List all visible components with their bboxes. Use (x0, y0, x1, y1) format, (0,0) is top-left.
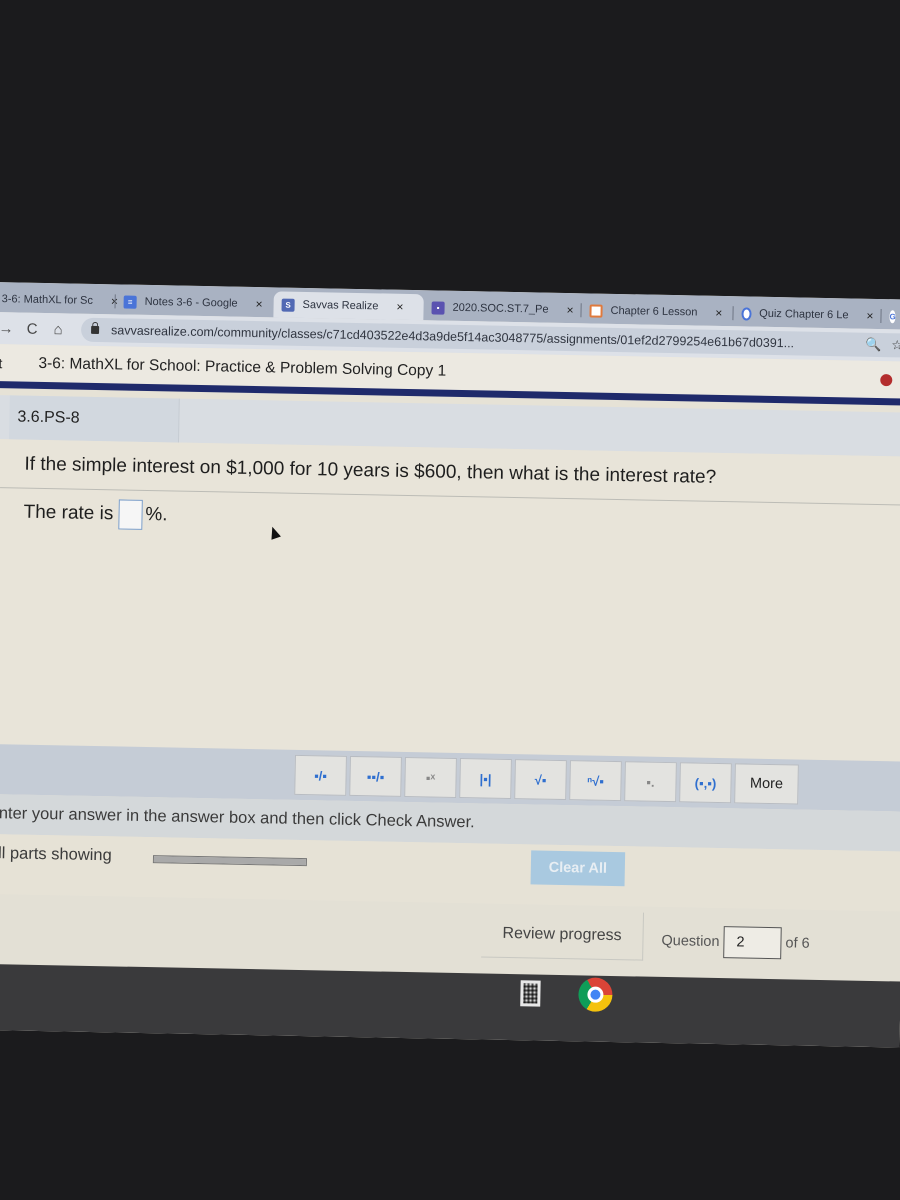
mixed-number-button[interactable]: ▪▪/▪ (349, 755, 402, 797)
question-number-input[interactable] (723, 926, 782, 960)
parts-progress-bar (152, 855, 307, 867)
close-icon[interactable]: × (396, 300, 403, 314)
fraction-button[interactable]: ▪/▪ (294, 754, 347, 796)
close-icon[interactable]: × (566, 303, 573, 317)
google-docs-icon: ≡ (123, 294, 137, 309)
close-icon[interactable]: × (255, 297, 262, 311)
screen: 3-6: MathXL for Sc × ≡ Notes 3-6 - Googl… (0, 282, 900, 1048)
absolute-value-button[interactable]: |▪| (459, 758, 512, 800)
question-label: Question (661, 932, 720, 951)
ordered-pair-button[interactable]: (▪,▪) (679, 762, 732, 804)
bookmark-star-icon[interactable]: ☆ (891, 337, 900, 353)
chrome-app-icon[interactable] (578, 977, 613, 1013)
tab-savvas[interactable]: S Savvas Realize × (273, 291, 424, 321)
subscript-button[interactable]: ▪. (624, 761, 677, 803)
tab-google[interactable]: G (881, 303, 900, 330)
review-progress-button[interactable]: Review progress (481, 909, 645, 961)
close-icon[interactable]: × (866, 309, 873, 323)
tab-label: Chapter 6 Lesson (610, 304, 698, 319)
slides-icon (589, 303, 603, 318)
tab-mathxl[interactable]: 3-6: MathXL for Sc × (0, 286, 119, 314)
question-navigator: Question of 6 (661, 925, 810, 960)
google-icon: G (889, 309, 896, 323)
parts-label: All parts showing (0, 843, 112, 865)
zoom-icon[interactable]: 🔍 (865, 337, 881, 353)
quiz-icon (741, 306, 752, 321)
lock-icon (91, 325, 100, 335)
question-content: If the simple interest on $1,000 for 10 … (0, 438, 900, 762)
instructions-text: Enter your answer in the answer box and … (0, 803, 475, 832)
forward-arrow-icon[interactable]: → (0, 319, 19, 337)
question-id: 3.6.PS-8 (8, 395, 180, 443)
parts-progress-fill (153, 856, 306, 866)
tab-quiz[interactable]: Quiz Chapter 6 Le × (733, 300, 882, 329)
qr-code-app-icon[interactable] (520, 980, 541, 1007)
help-icon[interactable] (880, 373, 893, 386)
tab-notes[interactable]: ≡ Notes 3-6 - Google × (115, 288, 273, 317)
answer-suffix: %. (145, 503, 168, 526)
page-title: 3-6: MathXL for School: Practice & Probl… (38, 354, 447, 380)
tab-chapter-lesson[interactable]: Chapter 6 Lesson × (581, 297, 734, 326)
mouse-cursor-icon (267, 525, 281, 540)
savvas-icon: S (281, 298, 295, 312)
tab-label: Quiz Chapter 6 Le (759, 307, 849, 322)
question-text: If the simple interest on $1,000 for 10 … (24, 453, 717, 488)
reload-icon[interactable]: C (19, 320, 45, 337)
square-root-button[interactable]: √▪ (514, 759, 567, 801)
tab-label: Notes 3-6 - Google (144, 295, 238, 310)
tab-label: 3-6: MathXL for Sc (1, 293, 94, 307)
title-prefix: t (0, 354, 3, 371)
question-total: of 6 (785, 935, 810, 952)
home-icon[interactable]: ⌂ (45, 320, 71, 338)
close-icon[interactable]: × (715, 306, 722, 320)
tab-label: Savvas Realize (302, 298, 379, 313)
exponent-button[interactable]: ▪ˣ (404, 756, 457, 798)
more-button[interactable]: More (734, 763, 799, 805)
answer-row: The rate is %. (23, 498, 168, 531)
tab-classroom[interactable]: ▪ 2020.SOC.ST.7_Pe × (423, 294, 582, 323)
clear-all-button[interactable]: Clear All (530, 850, 626, 887)
classroom-icon: ▪ (431, 300, 445, 315)
answer-input[interactable] (118, 499, 143, 530)
nth-root-button[interactable]: ⁿ√▪ (569, 760, 622, 802)
tab-label: 2020.SOC.ST.7_Pe (452, 301, 549, 316)
url-text[interactable]: savvasrealize.com/community/classes/c71c… (111, 323, 794, 350)
answer-prefix: The rate is (23, 501, 114, 525)
